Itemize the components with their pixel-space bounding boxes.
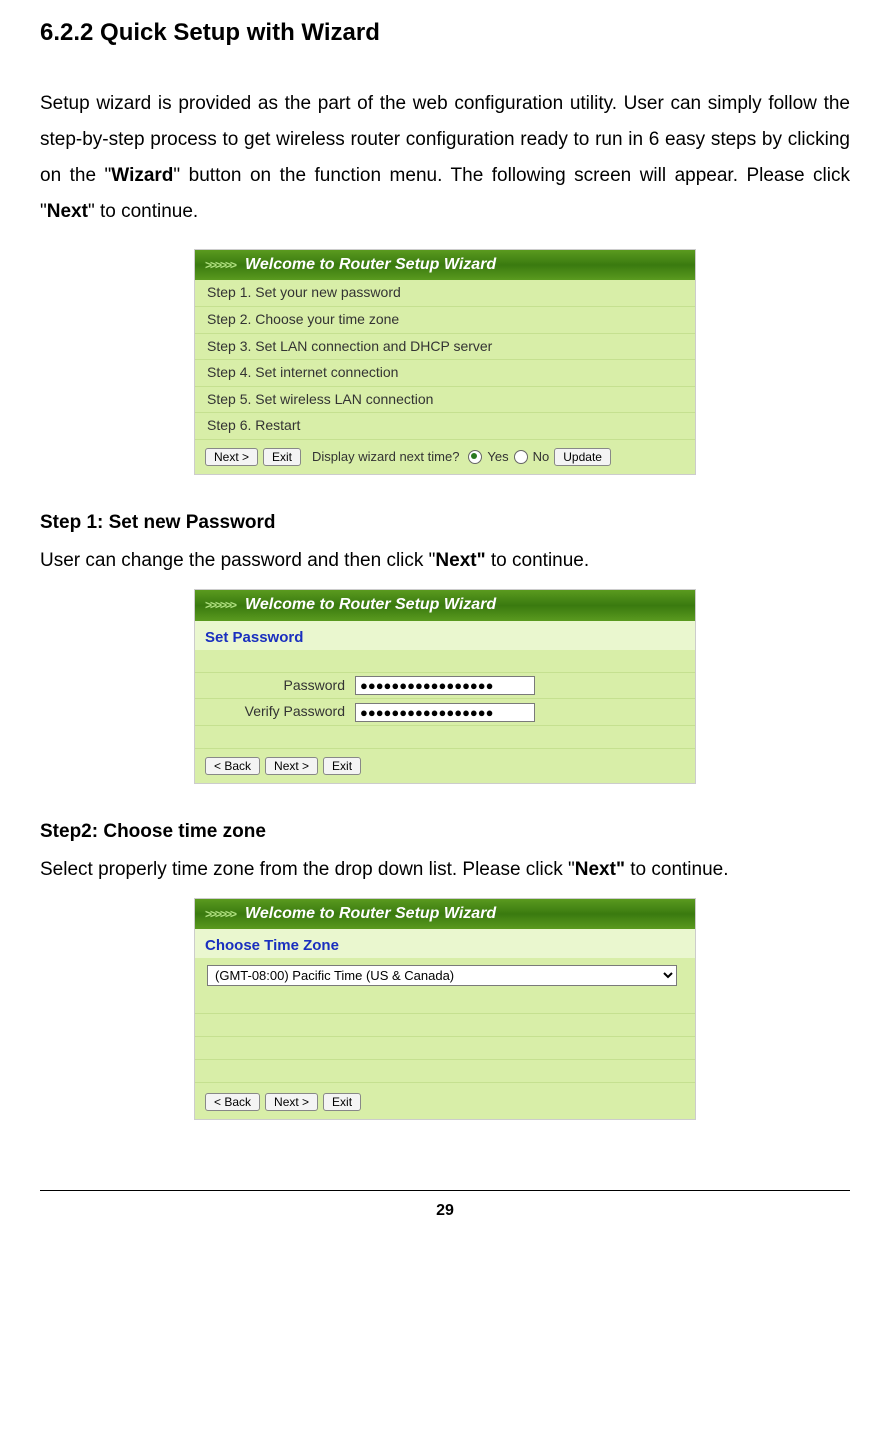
spacer-row (195, 726, 695, 749)
wizard-button-row: < Back Next > Exit (195, 1085, 695, 1119)
radio-no-label: No (533, 448, 550, 466)
radio-yes[interactable] (468, 450, 482, 464)
section-heading: 6.2.2 Quick Setup with Wizard (40, 10, 850, 56)
choose-timezone-label: Choose Time Zone (195, 929, 695, 958)
intro-paragraph: Setup wizard is provided as the part of … (40, 86, 850, 230)
list-item: Step 4. Set internet connection (195, 360, 695, 387)
password-form: Password Verify Password (195, 650, 695, 749)
next-button[interactable]: Next > (265, 1093, 318, 1111)
wizard-welcome-panel: >>>>>> Welcome to Router Setup Wizard St… (194, 249, 696, 475)
page-footer: 29 (40, 1190, 850, 1226)
wizard-button-row: < Back Next > Exit (195, 749, 695, 783)
step1-title: Step 1: Set new Password (40, 505, 850, 541)
page-number: 29 (436, 1202, 454, 1219)
wizard-step-list: Step 1. Set your new password Step 2. Ch… (195, 280, 695, 440)
step2-text: Select properly time zone from the drop … (40, 852, 850, 888)
back-button[interactable]: < Back (205, 757, 260, 775)
verify-password-label: Verify Password (205, 702, 355, 722)
list-item: Step 1. Set your new password (195, 280, 695, 307)
radio-yes-label: Yes (487, 448, 508, 466)
set-password-label: Set Password (195, 621, 695, 650)
wizard-header: >>>>>> Welcome to Router Setup Wizard (195, 250, 695, 280)
step1-text: User can change the password and then cl… (40, 543, 850, 579)
bold-next: Next (47, 201, 88, 222)
back-button[interactable]: < Back (205, 1093, 260, 1111)
list-item: Step 3. Set LAN connection and DHCP serv… (195, 334, 695, 361)
spacer-row (195, 650, 695, 673)
step1-bold: Next" (435, 550, 485, 571)
chevrons-icon: >>>>>> (205, 257, 235, 274)
radio-no[interactable] (514, 450, 528, 464)
step2-text-2: to continue. (625, 859, 729, 880)
timezone-body: (GMT-08:00) Pacific Time (US & Canada) (195, 958, 695, 1085)
display-prompt: Display wizard next time? (312, 448, 459, 466)
list-item: Step 5. Set wireless LAN connection (195, 387, 695, 414)
password-row: Password (195, 673, 695, 700)
list-item: Step 2. Choose your time zone (195, 307, 695, 334)
chevrons-icon: >>>>>> (205, 906, 235, 923)
wizard-header: >>>>>> Welcome to Router Setup Wizard (195, 590, 695, 620)
wizard-header-title: Welcome to Router Setup Wizard (245, 254, 496, 276)
wizard-header-title: Welcome to Router Setup Wizard (245, 903, 496, 925)
update-button[interactable]: Update (554, 448, 611, 466)
spacer-row (195, 1014, 695, 1037)
step2-bold: Next" (575, 859, 625, 880)
wizard-timezone-panel: >>>>>> Welcome to Router Setup Wizard Ch… (194, 898, 696, 1120)
next-button[interactable]: Next > (205, 448, 258, 466)
next-button[interactable]: Next > (265, 757, 318, 775)
bold-wizard: Wizard (111, 165, 173, 186)
wizard-password-panel: >>>>>> Welcome to Router Setup Wizard Se… (194, 589, 696, 784)
password-label: Password (205, 676, 355, 696)
exit-button[interactable]: Exit (263, 448, 301, 466)
list-item: Step 6. Restart (195, 413, 695, 440)
exit-button[interactable]: Exit (323, 757, 361, 775)
step2-title: Step2: Choose time zone (40, 814, 850, 850)
spacer-row (195, 1037, 695, 1060)
step1-text-2: to continue. (486, 550, 590, 571)
chevrons-icon: >>>>>> (205, 597, 235, 614)
verify-password-field[interactable] (355, 703, 535, 722)
wizard-header: >>>>>> Welcome to Router Setup Wizard (195, 899, 695, 929)
intro-text-3: " to continue. (88, 201, 198, 222)
step2-text-1: Select properly time zone from the drop … (40, 859, 575, 880)
exit-button[interactable]: Exit (323, 1093, 361, 1111)
verify-password-row: Verify Password (195, 699, 695, 726)
wizard-button-row: Next > Exit Display wizard next time? Ye… (195, 440, 695, 474)
timezone-select[interactable]: (GMT-08:00) Pacific Time (US & Canada) (207, 965, 677, 986)
spacer-row (195, 1060, 695, 1083)
wizard-header-title: Welcome to Router Setup Wizard (245, 594, 496, 616)
spacer-row (195, 991, 695, 1014)
password-field[interactable] (355, 676, 535, 695)
step1-text-1: User can change the password and then cl… (40, 550, 435, 571)
